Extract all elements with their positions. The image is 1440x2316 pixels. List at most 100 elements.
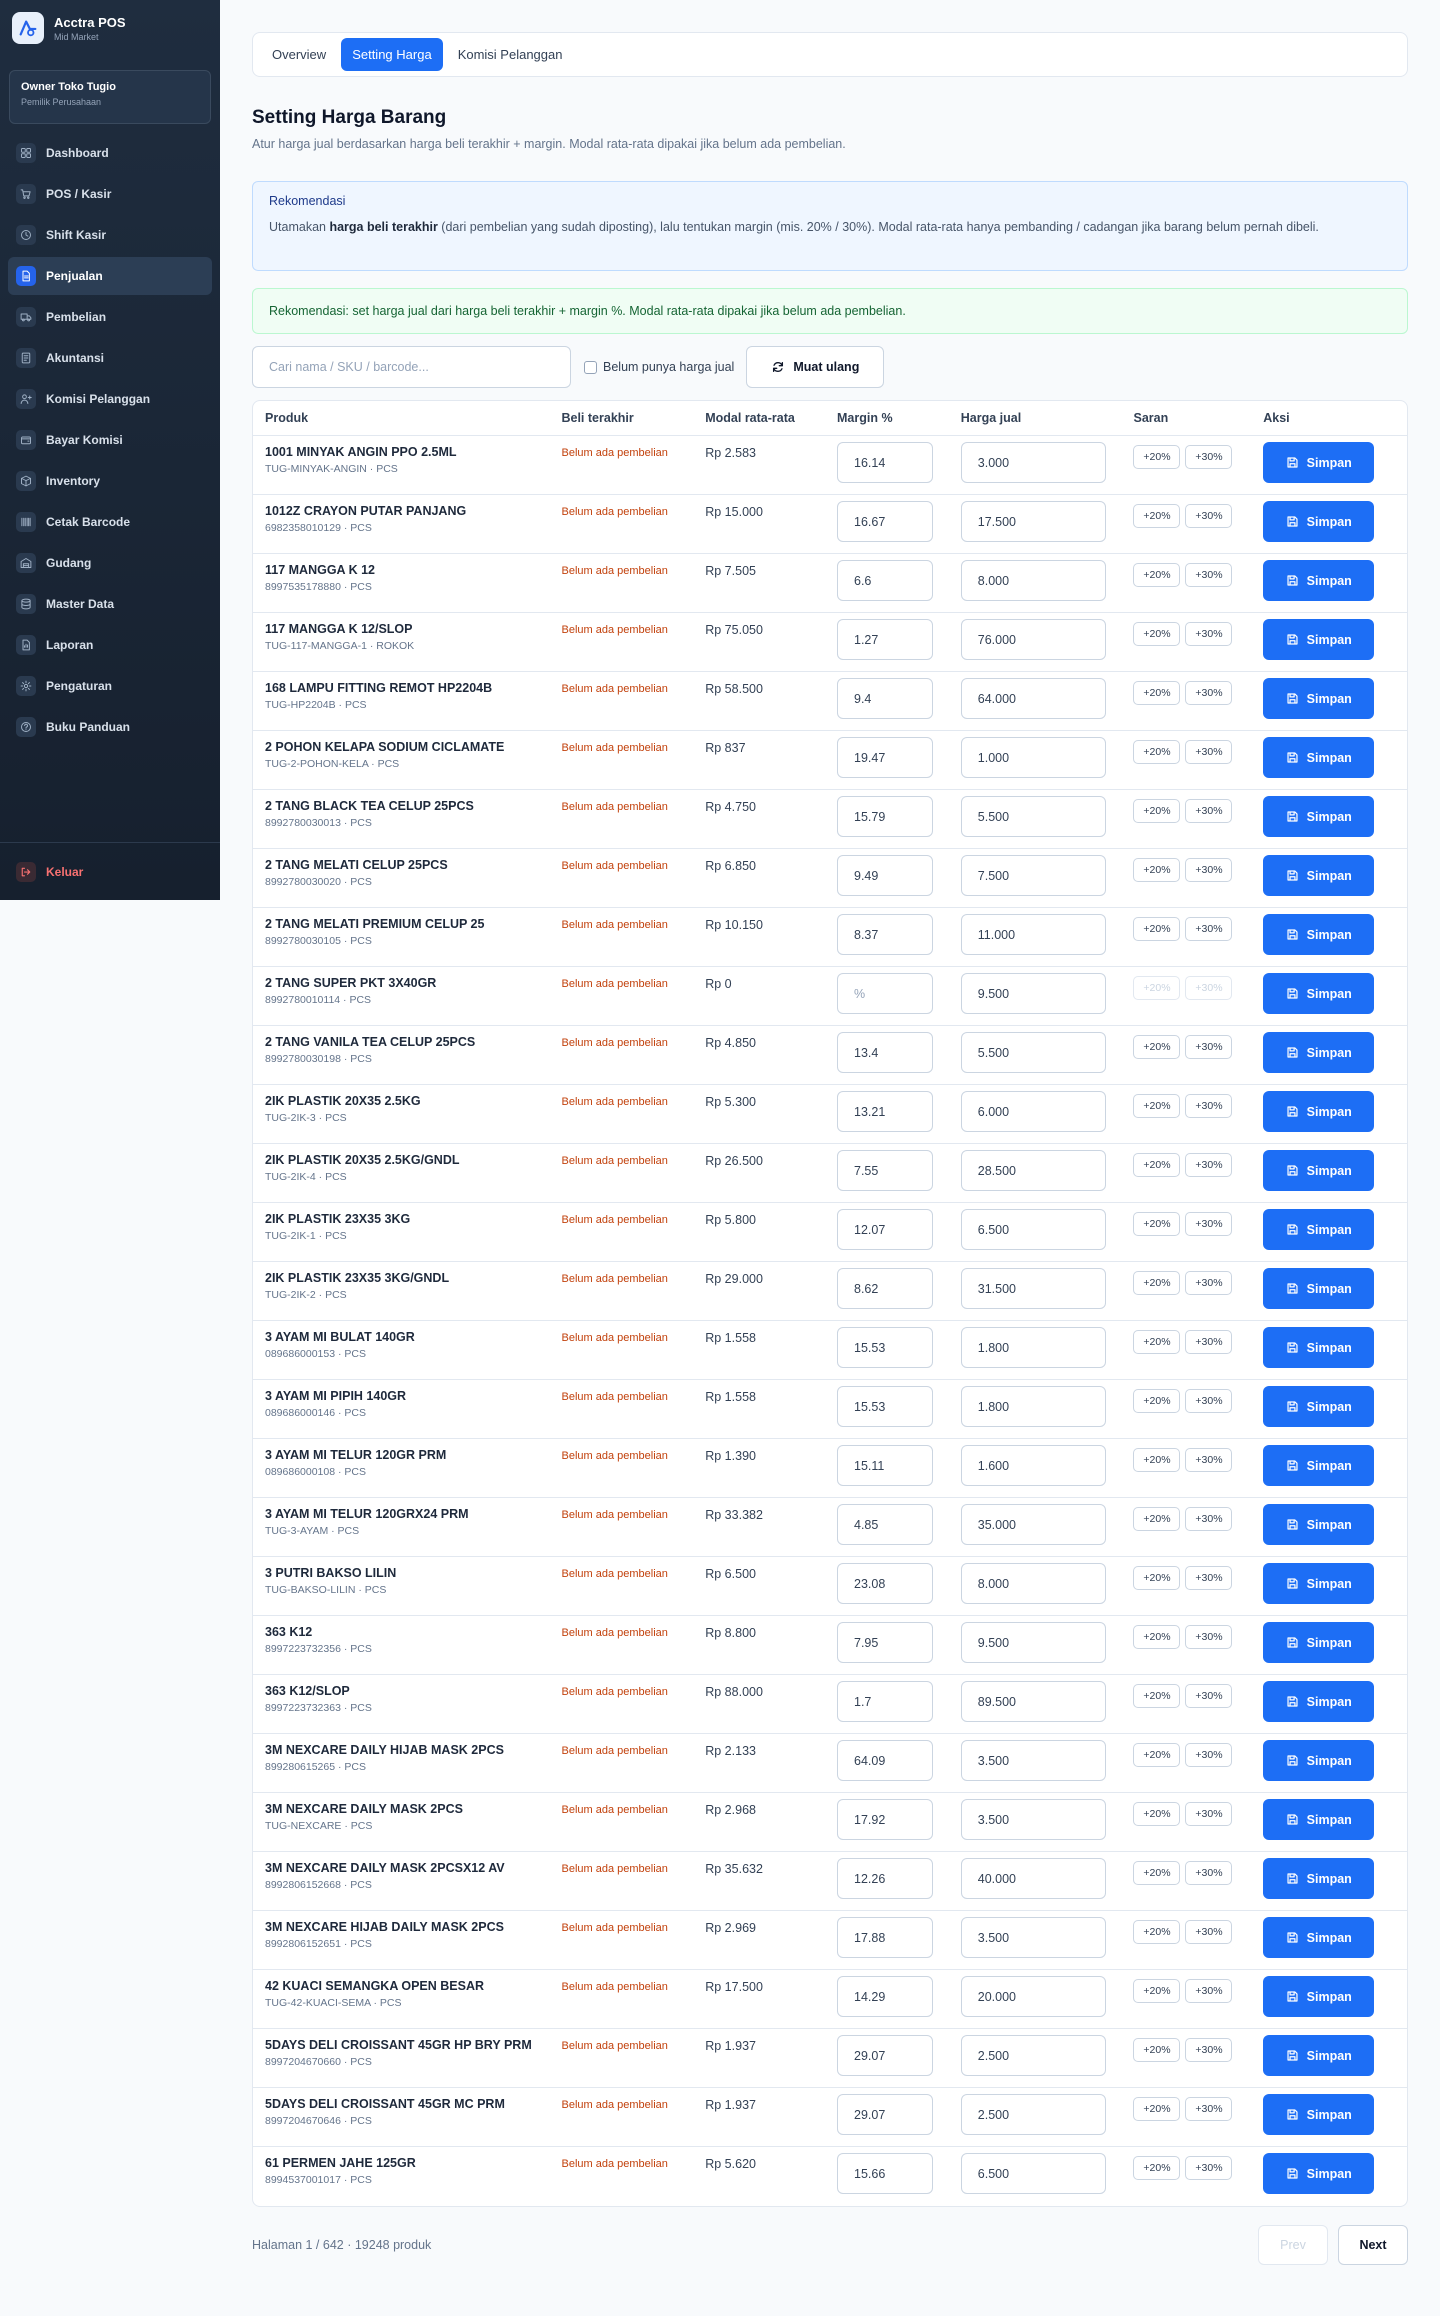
sidebar-item-penjualan[interactable]: Penjualan <box>8 257 212 295</box>
margin-input[interactable]: 7.55 <box>837 1150 933 1191</box>
suggest-20-button[interactable]: +20% <box>1133 622 1181 646</box>
next-page-button[interactable]: Next <box>1338 2225 1408 2265</box>
suggest-30-button[interactable]: +30% <box>1185 1212 1233 1236</box>
suggest-30-button[interactable]: +30% <box>1185 1566 1233 1590</box>
margin-input[interactable]: 12.07 <box>837 1209 933 1250</box>
suggest-30-button[interactable]: +30% <box>1185 1802 1233 1826</box>
suggest-20-button[interactable]: +20% <box>1133 917 1181 941</box>
save-button[interactable]: Simpan <box>1263 1150 1375 1191</box>
margin-input[interactable]: 13.21 <box>837 1091 933 1132</box>
suggest-20-button[interactable]: +20% <box>1133 858 1181 882</box>
suggest-20-button[interactable]: +20% <box>1133 2156 1181 2180</box>
suggest-30-button[interactable]: +30% <box>1185 1094 1233 1118</box>
sell-price-input[interactable]: 17.500 <box>960 501 1106 542</box>
tab-overview[interactable]: Overview <box>261 38 337 71</box>
save-button[interactable]: Simpan <box>1263 442 1375 483</box>
save-button[interactable]: Simpan <box>1263 737 1375 778</box>
sell-price-input[interactable]: 64.000 <box>960 678 1106 719</box>
margin-input[interactable]: 17.88 <box>837 1917 933 1958</box>
sidebar-item-inventory[interactable]: Inventory <box>8 462 212 500</box>
sell-price-input[interactable]: 6.000 <box>960 1091 1106 1132</box>
save-button[interactable]: Simpan <box>1263 1681 1375 1722</box>
sell-price-input[interactable]: 89.500 <box>960 1681 1106 1722</box>
no-price-checkbox[interactable] <box>584 360 597 374</box>
sell-price-input[interactable]: 1.800 <box>960 1327 1106 1368</box>
sidebar-item-bayar-komisi[interactable]: Bayar Komisi <box>8 421 212 459</box>
save-button[interactable]: Simpan <box>1263 678 1375 719</box>
suggest-20-button[interactable]: +20% <box>1133 740 1181 764</box>
suggest-20-button[interactable]: +20% <box>1133 976 1181 1000</box>
sell-price-input[interactable]: 1.000 <box>960 737 1106 778</box>
save-button[interactable]: Simpan <box>1263 1799 1375 1840</box>
save-button[interactable]: Simpan <box>1263 1740 1375 1781</box>
margin-input[interactable]: 12.26 <box>837 1858 933 1899</box>
suggest-30-button[interactable]: +30% <box>1185 976 1233 1000</box>
sidebar-item-pos-kasir[interactable]: POS / Kasir <box>8 175 212 213</box>
save-button[interactable]: Simpan <box>1263 1917 1375 1958</box>
sell-price-input[interactable]: 20.000 <box>960 1976 1106 2017</box>
sidebar-item-pembelian[interactable]: Pembelian <box>8 298 212 336</box>
sell-price-input[interactable]: 6.500 <box>960 2153 1106 2194</box>
suggest-30-button[interactable]: +30% <box>1185 1920 1233 1944</box>
save-button[interactable]: Simpan <box>1263 619 1375 660</box>
suggest-20-button[interactable]: +20% <box>1133 1448 1181 1472</box>
suggest-20-button[interactable]: +20% <box>1133 681 1181 705</box>
suggest-30-button[interactable]: +30% <box>1185 1684 1233 1708</box>
logout-button[interactable]: Keluar <box>0 842 220 900</box>
save-button[interactable]: Simpan <box>1263 796 1375 837</box>
search-input[interactable] <box>252 346 571 388</box>
margin-input[interactable]: 16.14 <box>837 442 933 483</box>
suggest-20-button[interactable]: +20% <box>1133 563 1181 587</box>
save-button[interactable]: Simpan <box>1263 1268 1375 1309</box>
margin-input[interactable]: 19.47 <box>837 737 933 778</box>
sell-price-input[interactable]: 8.000 <box>960 560 1106 601</box>
sell-price-input[interactable]: 9.500 <box>960 973 1106 1014</box>
suggest-20-button[interactable]: +20% <box>1133 1979 1181 2003</box>
suggest-30-button[interactable]: +30% <box>1185 740 1233 764</box>
margin-input[interactable]: 8.37 <box>837 914 933 955</box>
margin-input[interactable]: 13.4 <box>837 1032 933 1073</box>
sell-price-input[interactable]: 3.500 <box>960 1917 1106 1958</box>
suggest-20-button[interactable]: +20% <box>1133 1271 1181 1295</box>
sell-price-input[interactable]: 31.500 <box>960 1268 1106 1309</box>
save-button[interactable]: Simpan <box>1263 501 1375 542</box>
sell-price-input[interactable]: 2.500 <box>960 2094 1106 2135</box>
margin-input[interactable]: 15.79 <box>837 796 933 837</box>
suggest-20-button[interactable]: +20% <box>1133 1389 1181 1413</box>
suggest-20-button[interactable]: +20% <box>1133 2038 1181 2062</box>
suggest-30-button[interactable]: +30% <box>1185 1389 1233 1413</box>
suggest-30-button[interactable]: +30% <box>1185 1330 1233 1354</box>
suggest-30-button[interactable]: +30% <box>1185 1035 1233 1059</box>
save-button[interactable]: Simpan <box>1263 2035 1375 2076</box>
suggest-30-button[interactable]: +30% <box>1185 1448 1233 1472</box>
suggest-30-button[interactable]: +30% <box>1185 445 1233 469</box>
save-button[interactable]: Simpan <box>1263 1327 1375 1368</box>
suggest-30-button[interactable]: +30% <box>1185 1625 1233 1649</box>
suggest-20-button[interactable]: +20% <box>1133 1684 1181 1708</box>
sidebar-item-akuntansi[interactable]: Akuntansi <box>8 339 212 377</box>
sell-price-input[interactable]: 11.000 <box>960 914 1106 955</box>
sell-price-input[interactable]: 40.000 <box>960 1858 1106 1899</box>
sidebar-item-gudang[interactable]: Gudang <box>8 544 212 582</box>
sell-price-input[interactable]: 6.500 <box>960 1209 1106 1250</box>
sell-price-input[interactable]: 8.000 <box>960 1563 1106 1604</box>
sidebar-item-dashboard[interactable]: Dashboard <box>8 134 212 172</box>
margin-input[interactable]: 14.29 <box>837 1976 933 2017</box>
reload-button[interactable]: Muat ulang <box>746 346 885 388</box>
prev-page-button[interactable]: Prev <box>1258 2225 1328 2265</box>
margin-input[interactable]: 15.66 <box>837 2153 933 2194</box>
margin-input[interactable]: 15.53 <box>837 1327 933 1368</box>
suggest-20-button[interactable]: +20% <box>1133 445 1181 469</box>
margin-input[interactable]: 29.07 <box>837 2035 933 2076</box>
save-button[interactable]: Simpan <box>1263 1386 1375 1427</box>
save-button[interactable]: Simpan <box>1263 1622 1375 1663</box>
suggest-20-button[interactable]: +20% <box>1133 799 1181 823</box>
suggest-20-button[interactable]: +20% <box>1133 1566 1181 1590</box>
suggest-20-button[interactable]: +20% <box>1133 1153 1181 1177</box>
suggest-30-button[interactable]: +30% <box>1185 1743 1233 1767</box>
margin-input[interactable]: 17.92 <box>837 1799 933 1840</box>
margin-input[interactable]: 1.7 <box>837 1681 933 1722</box>
save-button[interactable]: Simpan <box>1263 1858 1375 1899</box>
sell-price-input[interactable]: 28.500 <box>960 1150 1106 1191</box>
margin-input[interactable]: 29.07 <box>837 2094 933 2135</box>
